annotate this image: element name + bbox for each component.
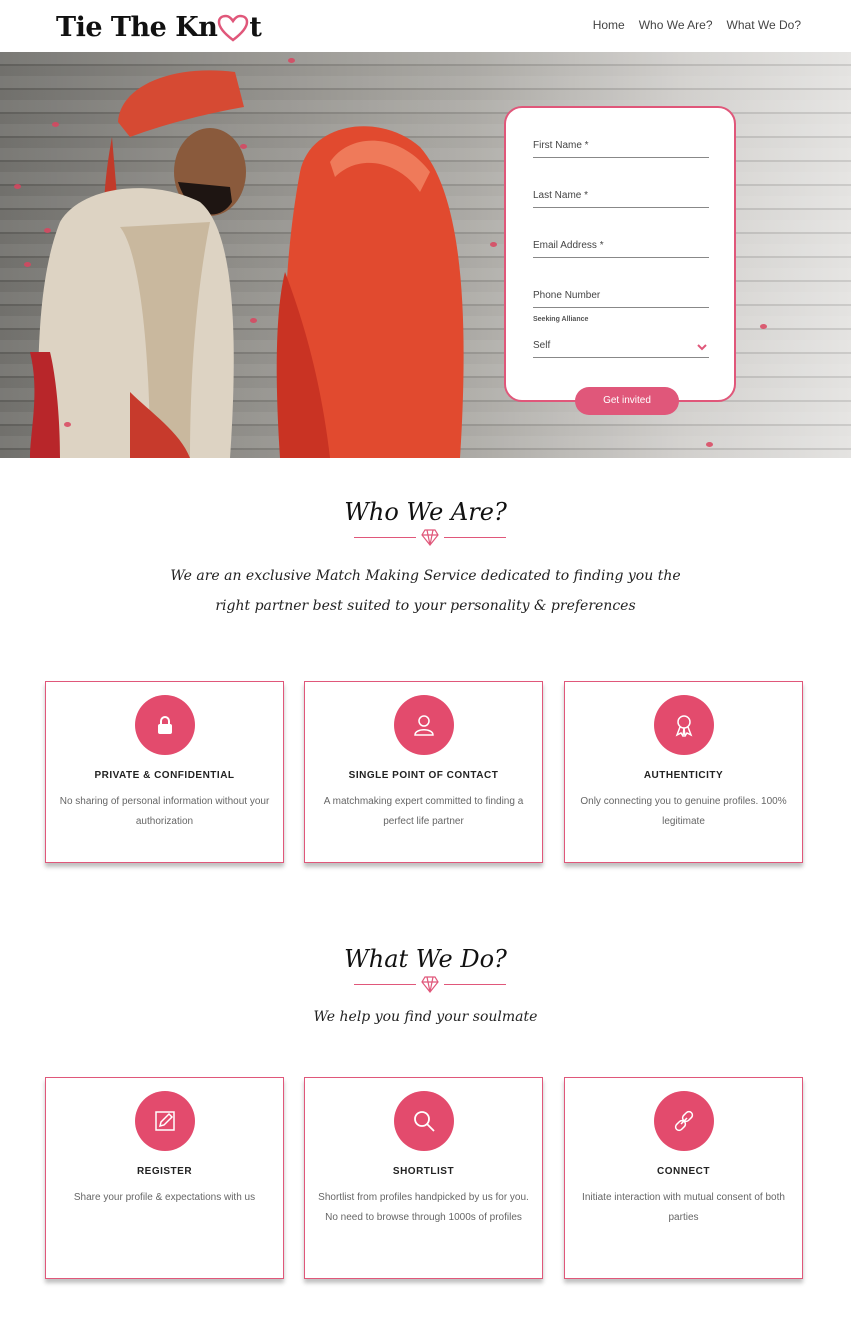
feature-card-contact: SINGLE POINT OF CONTACT A matchmaking ex… [304,681,543,863]
search-icon-circle [394,1091,454,1151]
main-nav: Home Who We Are? What We Do? [593,18,801,32]
card-title: SHORTLIST [392,1166,455,1177]
edit-icon [155,1111,175,1131]
logo-text-before: Tie The Kn [56,12,218,43]
link-icon [674,1110,694,1132]
logo-text-after: t [249,12,262,43]
petal [240,144,247,149]
first-name-field[interactable]: First Name * [533,136,709,158]
feature-card-private: PRIVATE & CONFIDENTIAL No sharing of per… [45,681,284,863]
who-tagline: We are an exclusive Match Making Service… [0,561,851,621]
diamond-icon [421,976,439,993]
petal [44,228,51,233]
who-divider [354,528,506,548]
couple-photo [30,70,464,458]
who-tagline-line2: right partner best suited to your person… [215,598,636,614]
what-we-do-title: What We Do? [344,945,507,973]
seeking-alliance-select[interactable]: Seeking Alliance Self [533,316,709,358]
card-description: Share your profile & expectations with u… [73,1192,256,1203]
header: Tie The Kn t Home Who We Are? What We Do? [0,0,851,52]
heart-icon [218,14,249,42]
petal [288,58,295,63]
petal [706,442,713,447]
petal [490,242,497,247]
petal [24,262,31,267]
lock-icon-circle [135,695,195,755]
get-invited-button[interactable]: Get invited [575,387,679,415]
last-name-placeholder: Last Name * [533,190,589,201]
award-icon-circle [654,695,714,755]
who-tagline-line1: We are an exclusive Match Making Service… [170,568,681,584]
what-divider [354,975,506,995]
user-icon-circle [394,695,454,755]
seeking-alliance-value: Self [533,340,551,351]
search-icon [414,1111,435,1132]
invite-form: First Name * Last Name * Email Address *… [504,106,736,402]
link-icon-circle [654,1091,714,1151]
first-name-placeholder: First Name * [533,140,589,151]
nav-home[interactable]: Home [593,18,625,32]
card-title: CONNECT [657,1166,710,1177]
card-description: Shortlist from profiles handpicked by us… [318,1192,529,1223]
card-description: No sharing of personal information witho… [59,796,270,827]
card-title: AUTHENTICITY [643,770,724,781]
email-field[interactable]: Email Address * [533,236,709,258]
hero-banner: First Name * Last Name * Email Address *… [0,52,851,458]
edit-icon-circle [135,1091,195,1151]
logo[interactable]: Tie The Kn t [56,12,262,43]
phone-placeholder: Phone Number [533,290,601,301]
card-description: A matchmaking expert committed to findin… [323,796,524,827]
service-card-register: REGISTER Share your profile & expectatio… [45,1077,284,1279]
card-title: SINGLE POINT OF CONTACT [348,770,499,781]
card-description: Only connecting you to genuine profiles.… [580,796,787,827]
chevron-down-icon [697,344,707,351]
nav-who-we-are[interactable]: Who We Are? [639,18,713,32]
petal [14,184,21,189]
service-card-connect: CONNECT Initiate interaction with mutual… [564,1077,803,1279]
petal [52,122,59,127]
phone-field[interactable]: Phone Number [533,286,709,308]
petal [760,324,767,329]
feature-card-authenticity: AUTHENTICITY Only connecting you to genu… [564,681,803,863]
what-tagline: We help you find your soulmate [313,1009,538,1025]
award-icon [675,715,693,737]
service-card-shortlist: SHORTLIST Shortlist from profiles handpi… [304,1077,543,1279]
petal [64,422,71,427]
email-placeholder: Email Address * [533,240,604,251]
card-title: PRIVATE & CONFIDENTIAL [94,770,235,781]
nav-what-we-do[interactable]: What We Do? [727,18,801,32]
petal [250,318,257,323]
diamond-icon [421,529,439,546]
card-title: REGISTER [136,1166,193,1177]
user-icon [414,715,434,736]
last-name-field[interactable]: Last Name * [533,186,709,208]
who-we-are-title: Who We Are? [344,498,507,526]
lock-icon [158,716,172,734]
card-description: Initiate interaction with mutual consent… [582,1192,785,1223]
